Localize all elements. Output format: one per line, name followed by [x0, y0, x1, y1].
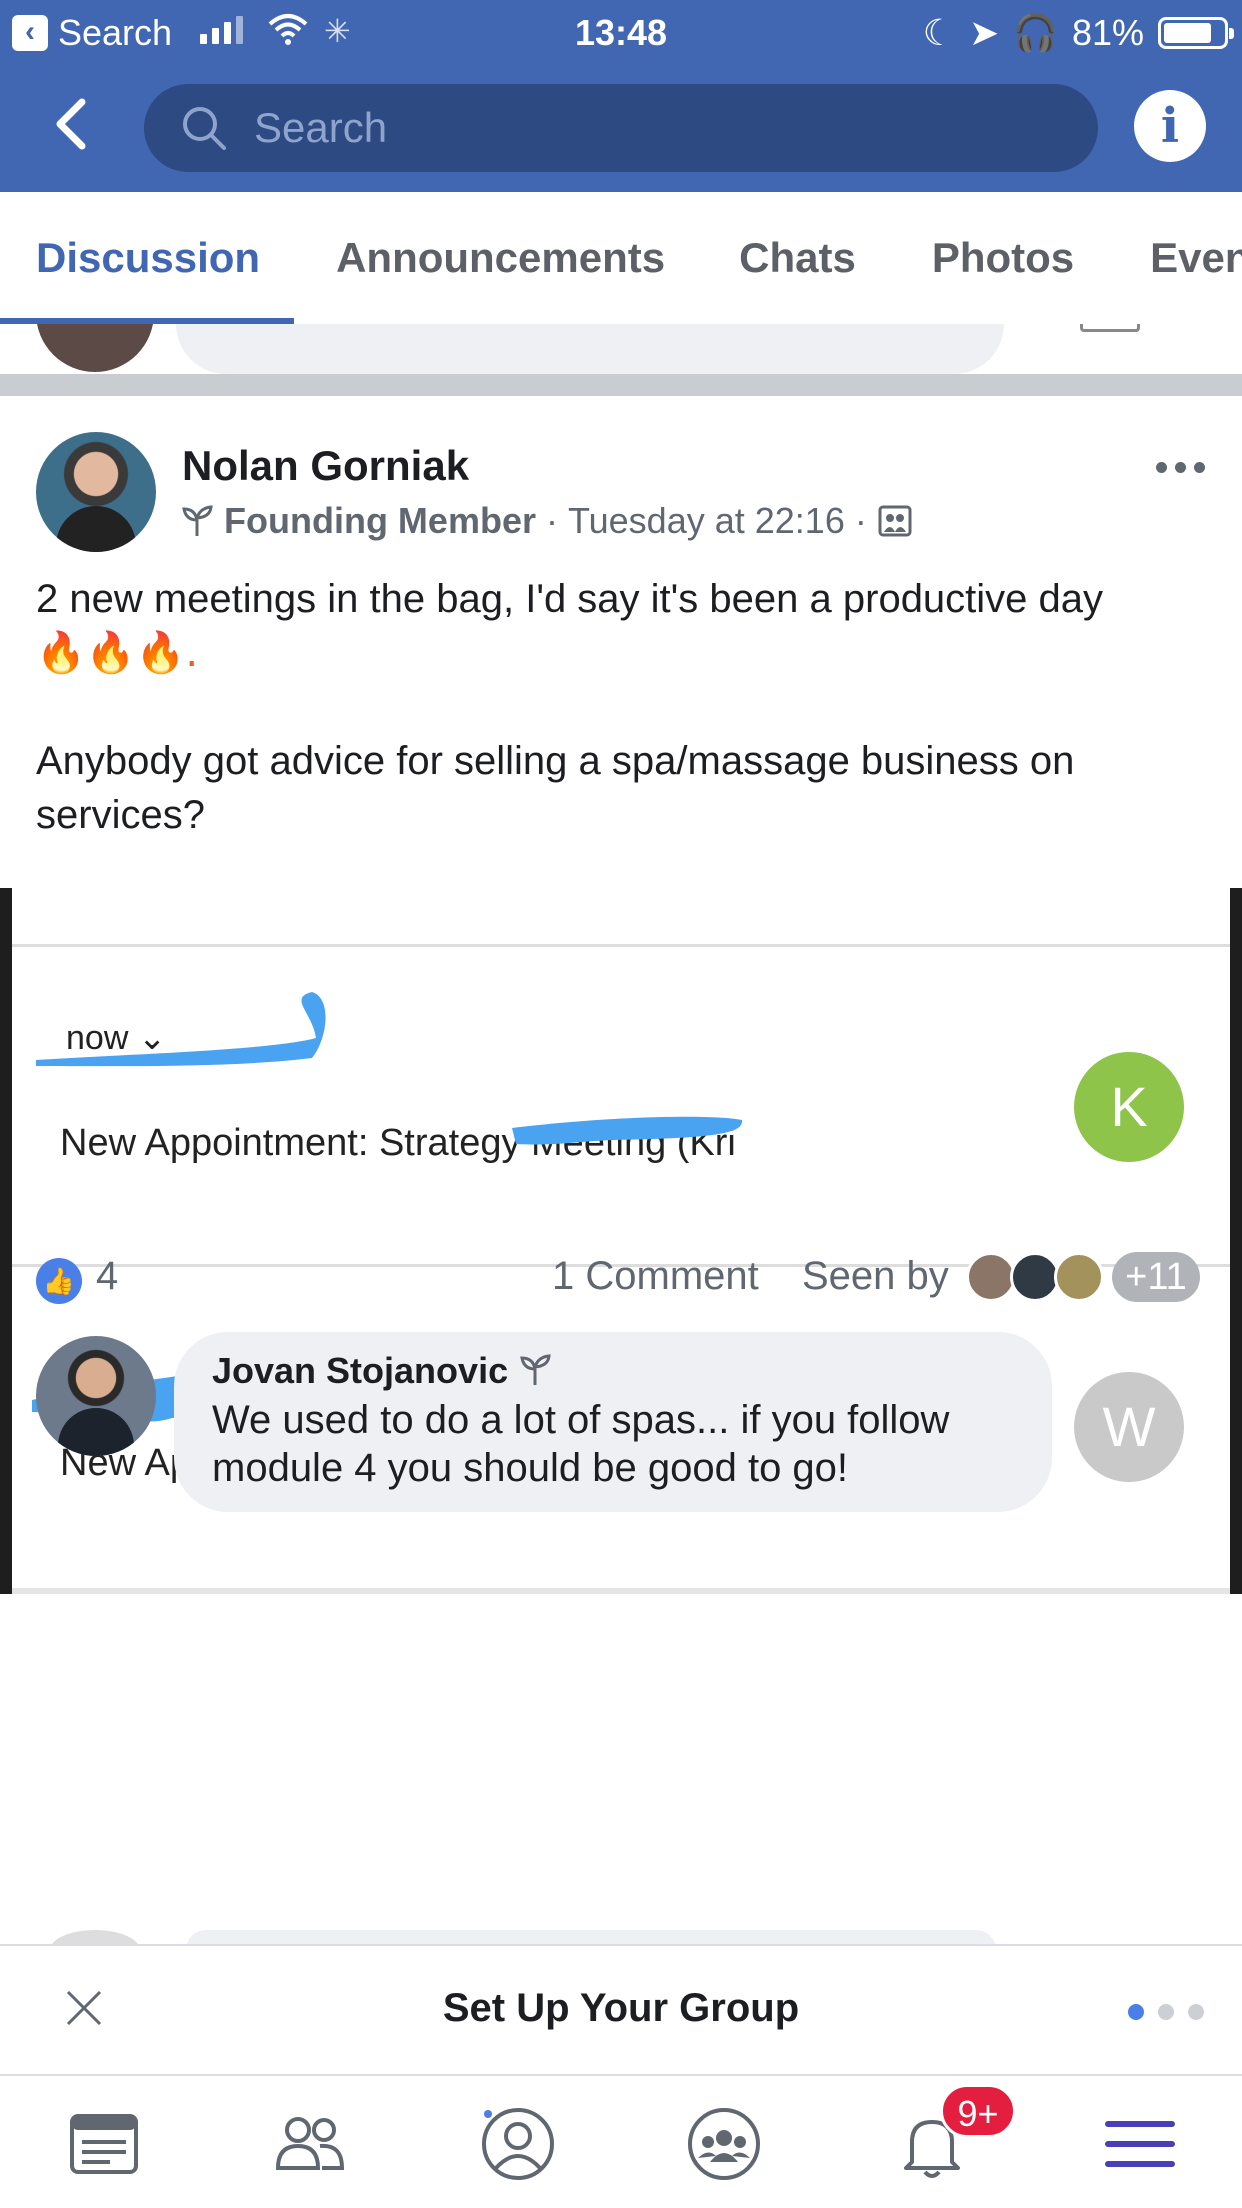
- sprout-icon: [520, 1354, 551, 1385]
- setup-group-banner: Set Up Your Group: [0, 1944, 1242, 2076]
- profile-tab[interactable]: [478, 2104, 558, 2184]
- notifications-badge: 9+: [940, 2084, 1016, 2138]
- group-tabs: Discussion Announcements Chats Photos Ev…: [0, 192, 1242, 324]
- post-text-line2: Anybody got advice for selling a spa/mas…: [36, 739, 1086, 837]
- comment-bubble: [176, 324, 1004, 374]
- comment-count[interactable]: 1 Comment: [552, 1254, 759, 1299]
- sprout-icon: [182, 505, 213, 536]
- more-options-button[interactable]: [1156, 462, 1205, 473]
- moon-icon: ☾: [922, 12, 955, 53]
- battery-percent: 81%: [1071, 12, 1144, 53]
- previous-post-peek: [0, 324, 1242, 374]
- news-feed-icon: [70, 2114, 138, 2174]
- top-bar: ‹ Search ✳ 13:48 ☾ ➤ 🎧 81% Search i: [0, 0, 1242, 192]
- comment-bubble[interactable]: Jovan Stojanovic We used to do a lot of …: [174, 1332, 1052, 1512]
- seen-by-label[interactable]: Seen by: [802, 1254, 949, 1299]
- avatar: [36, 324, 154, 372]
- comment-author-row: Jovan Stojanovic: [212, 1350, 1014, 1392]
- meta-separator: ·: [854, 500, 867, 541]
- avatar: [1054, 1252, 1104, 1302]
- tab-chats[interactable]: Chats: [739, 234, 856, 282]
- avatar: [1010, 1252, 1060, 1302]
- location-icon: ➤: [968, 12, 1000, 53]
- post-text-line1: 2 new meetings in the bag, I'd say it's …: [36, 577, 1104, 621]
- camera-icon: [1080, 324, 1140, 332]
- tab-photos[interactable]: Photos: [932, 234, 1074, 282]
- menu-tab[interactable]: [1100, 2104, 1180, 2184]
- back-button[interactable]: [48, 94, 96, 154]
- battery-level: [1164, 23, 1211, 43]
- feed-divider: [0, 374, 1242, 396]
- commenter-avatar[interactable]: [36, 1336, 156, 1456]
- status-bar: ‹ Search ✳ 13:48 ☾ ➤ 🎧 81%: [0, 0, 1242, 64]
- fire-emoji: 🔥🔥🔥.: [36, 630, 199, 676]
- meta-separator: ·: [545, 500, 558, 541]
- friends-icon: [275, 2117, 345, 2170]
- search-placeholder: Search: [254, 104, 388, 151]
- post-reactions: 👍 4 1 Comment Seen by +11: [0, 1236, 1242, 1316]
- author-avatar[interactable]: [36, 432, 156, 552]
- tab-announcements[interactable]: Announcements: [336, 234, 665, 282]
- tab-discussion[interactable]: Discussion: [36, 234, 260, 282]
- groups-icon: [688, 2108, 760, 2180]
- like-count[interactable]: 4: [96, 1254, 118, 1299]
- post-timestamp[interactable]: Tuesday at 22:16: [568, 500, 845, 542]
- post-author[interactable]: Nolan Gorniak: [182, 442, 469, 490]
- battery-icon: [1158, 17, 1234, 49]
- chevron-left-icon: [56, 98, 86, 150]
- post-meta: Founding Member · Tuesday at 22:16 ·: [180, 500, 913, 542]
- groups-tab[interactable]: [684, 2104, 764, 2184]
- headphones-icon: 🎧: [1013, 12, 1058, 53]
- search-icon: [183, 107, 226, 150]
- friends-tab[interactable]: [270, 2104, 350, 2184]
- post-text: 2 new meetings in the bag, I'd say it's …: [36, 572, 1216, 842]
- avatar: [966, 1252, 1016, 1302]
- group-privacy-icon: [878, 505, 912, 537]
- menu-icon: [1105, 2121, 1175, 2167]
- news-feed-tab[interactable]: [64, 2104, 144, 2184]
- info-button[interactable]: i: [1134, 90, 1206, 162]
- seen-by-more[interactable]: +11: [1112, 1252, 1200, 1302]
- search-input[interactable]: Search: [144, 84, 1098, 172]
- member-badge: Founding Member: [224, 500, 536, 541]
- like-icon[interactable]: 👍: [36, 1258, 82, 1304]
- page-indicator: [1128, 2004, 1204, 2020]
- tab-events[interactable]: Even: [1150, 234, 1242, 282]
- seen-by-avatars[interactable]: [966, 1252, 1104, 1302]
- setup-title[interactable]: Set Up Your Group: [0, 1986, 1242, 2031]
- next-comment-peek: [0, 1930, 1242, 1944]
- comment-text: We used to do a lot of spas... if you fo…: [212, 1398, 950, 1490]
- profile-icon: [482, 2108, 554, 2180]
- status-right: ☾ ➤ 🎧 81%: [922, 12, 1234, 54]
- post: Nolan Gorniak Founding Member · Tuesday …: [0, 396, 1242, 1946]
- comment-author[interactable]: Jovan Stojanovic: [212, 1350, 508, 1391]
- nav-bar: Search i: [0, 64, 1242, 192]
- info-icon: i: [1160, 98, 1180, 154]
- bottom-tab-bar: 9+: [0, 2076, 1242, 2208]
